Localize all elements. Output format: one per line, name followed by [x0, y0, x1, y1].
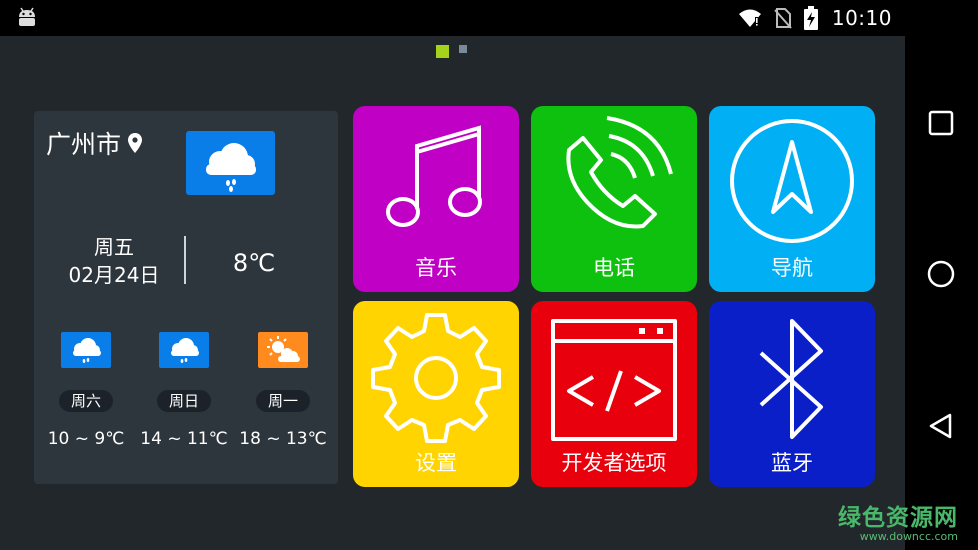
page-dot-active[interactable]: [436, 45, 449, 58]
app-label: 导航: [771, 256, 813, 280]
city-row: 广州市: [46, 125, 143, 161]
forecast-range: 18 ~ 13℃: [239, 429, 327, 449]
app-tile-developer-options[interactable]: 开发者选项: [531, 301, 697, 487]
forecast-range: 14 ~ 11℃: [140, 429, 228, 449]
phone-icon: [531, 106, 697, 256]
code-window-icon: [531, 301, 697, 451]
compass-arrow-icon: [709, 106, 875, 256]
forecast-item: 周六 10 ~ 9℃: [41, 332, 131, 449]
home-screen: 广州市 周五 02月24日 8℃ 周六 10 ~ 9℃ 周日 14 ~ 11℃ …: [0, 36, 905, 550]
app-label: 开发者选项: [561, 451, 667, 475]
date-block: 周五 02月24日: [64, 233, 164, 289]
clock: 10:10: [831, 6, 892, 30]
page-indicator: [436, 45, 467, 58]
page-dot[interactable]: [459, 45, 467, 53]
no-sim-icon: [774, 7, 792, 29]
back-button[interactable]: [926, 411, 956, 445]
app-label: 音乐: [415, 256, 457, 280]
app-label: 设置: [415, 451, 457, 475]
sun-cloud-icon: [258, 332, 308, 368]
forecast-item: 周一 18 ~ 13℃: [238, 332, 328, 449]
recent-apps-button[interactable]: [926, 108, 956, 142]
app-label: 蓝牙: [771, 451, 813, 475]
current-temperature: 8℃: [232, 249, 276, 277]
forecast-day: 周日: [157, 390, 211, 412]
android-notification-icon: [16, 6, 38, 32]
app-tile-bluetooth[interactable]: 蓝牙: [709, 301, 875, 487]
app-tile-settings[interactable]: 设置: [353, 301, 519, 487]
divider: [184, 236, 186, 284]
app-label: 电话: [593, 256, 635, 280]
cloud-rain-icon: [186, 131, 275, 195]
app-tile-music[interactable]: 音乐: [353, 106, 519, 292]
app-tile-navigation[interactable]: 导航: [709, 106, 875, 292]
navigation-bar: [905, 36, 978, 550]
watermark-title: 绿色资源网: [838, 505, 958, 531]
forecast-day: 周六: [59, 390, 113, 412]
music-note-icon: [353, 106, 519, 256]
forecast-range: 10 ~ 9℃: [47, 429, 125, 449]
battery-charging-icon: [803, 6, 818, 30]
forecast-item: 周日 14 ~ 11℃: [139, 332, 229, 449]
date: 02月24日: [68, 263, 160, 287]
wifi-icon: [738, 8, 762, 28]
city-name: 广州市: [46, 130, 122, 159]
watermark: 绿色资源网 www.downcc.com: [838, 498, 958, 543]
cloud-rain-icon: [61, 332, 111, 368]
app-tile-phone[interactable]: 电话: [531, 106, 697, 292]
gear-icon: [353, 301, 519, 451]
home-button[interactable]: [926, 259, 956, 293]
cloud-rain-icon: [159, 332, 209, 368]
forecast-day: 周一: [256, 390, 310, 412]
weather-widget[interactable]: 广州市 周五 02月24日 8℃ 周六 10 ~ 9℃ 周日 14 ~ 11℃ …: [34, 111, 338, 484]
weekday: 周五: [94, 235, 134, 259]
location-pin-icon: [127, 132, 143, 154]
bluetooth-icon: [709, 301, 875, 451]
status-bar: 10:10: [0, 0, 978, 36]
